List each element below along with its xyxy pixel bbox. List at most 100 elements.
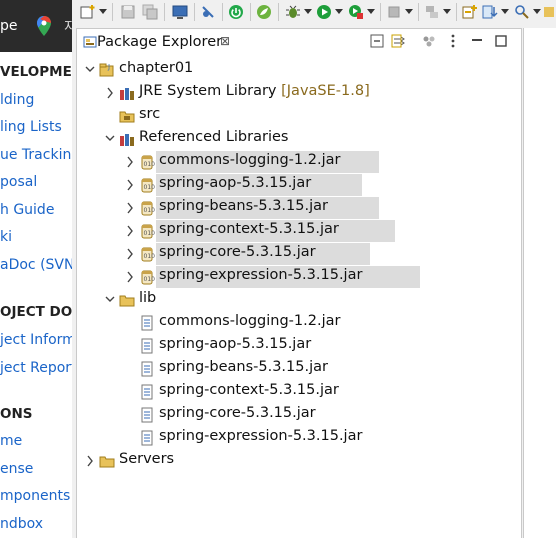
save-icon[interactable]: [120, 4, 136, 20]
tab-package-explorer[interactable]: Package Explorer ⊠: [77, 29, 237, 55]
chevron-right-icon[interactable]: [125, 225, 135, 237]
debug-icon[interactable]: [285, 4, 301, 20]
maximize-icon[interactable]: [493, 33, 509, 49]
jar-icon: 010: [139, 246, 155, 262]
tree-item-label: commons-logging-1.2.jar: [159, 152, 340, 168]
tree-item[interactable]: 010 spring-core-5.3.15.jar: [77, 243, 521, 265]
tree-item-text: Servers: [119, 451, 175, 467]
tree-item[interactable]: lib: [77, 289, 521, 311]
chevron-right-icon[interactable]: [125, 271, 135, 283]
collapse-all-icon[interactable]: [369, 33, 385, 49]
tree-item[interactable]: Servers: [77, 450, 521, 472]
toolbar-separator: [418, 3, 419, 21]
nav-link[interactable]: ndbox: [0, 516, 43, 532]
skip-breakpoints-icon[interactable]: [200, 4, 216, 20]
nav-link[interactable]: lding: [0, 92, 34, 108]
coverage-icon[interactable]: [348, 4, 364, 20]
tree-item[interactable]: spring-beans-5.3.15.jar: [77, 358, 521, 380]
jar-icon: 010: [139, 200, 155, 216]
tree-item[interactable]: spring-aop-5.3.15.jar: [77, 335, 521, 357]
tree-item-text: Referenced Libraries: [139, 129, 289, 145]
new-dropdown-icon[interactable]: [99, 9, 107, 14]
tree-item[interactable]: commons-logging-1.2.jar: [77, 312, 521, 334]
focus-on-active-task-icon[interactable]: [421, 33, 437, 49]
toolbar-separator: [112, 3, 113, 21]
navigate-icon[interactable]: [542, 4, 556, 20]
bookmark-text-2[interactable]: 지: [64, 16, 72, 35]
package-explorer-view: Package Explorer ⊠ Jchapter01 JRE System …: [76, 28, 522, 538]
tree-item[interactable]: src: [77, 105, 521, 127]
close-icon[interactable]: ⊠: [220, 34, 230, 48]
run-icon[interactable]: [316, 4, 332, 20]
folder-icon: [99, 453, 115, 469]
open-type-icon[interactable]: [482, 4, 498, 20]
external-tools-dropdown-icon[interactable]: [405, 9, 413, 14]
chevron-right-icon[interactable]: [125, 179, 135, 191]
chevron-right-icon[interactable]: [125, 248, 135, 260]
tree-item-text: spring-aop-5.3.15.jar: [159, 336, 312, 352]
chevron-right-icon[interactable]: [125, 156, 135, 168]
search-icon[interactable]: [514, 4, 530, 20]
jar-icon: 010: [139, 269, 155, 285]
tree-item[interactable]: 010 spring-beans-5.3.15.jar: [77, 197, 521, 219]
coverage-dropdown-icon[interactable]: [367, 9, 375, 14]
nav-link[interactable]: h Guide: [0, 202, 54, 218]
nav-link[interactable]: me: [0, 433, 22, 449]
view-menu-icon[interactable]: [445, 33, 461, 49]
nav-link[interactable]: ling Lists: [0, 119, 62, 135]
tree-item[interactable]: Jchapter01: [77, 59, 521, 81]
save-all-icon[interactable]: [142, 4, 158, 20]
view-header: Package Explorer ⊠: [77, 29, 521, 55]
bookmark-text[interactable]: pe: [0, 18, 18, 34]
library-icon: [119, 85, 135, 101]
file-icon: [139, 384, 155, 400]
external-tools-icon[interactable]: [386, 4, 402, 20]
tree-item[interactable]: spring-expression-5.3.15.jar: [77, 427, 521, 449]
run-dropdown-icon[interactable]: [335, 9, 343, 14]
link-with-editor-icon[interactable]: [391, 33, 407, 49]
terminal-icon[interactable]: [172, 4, 188, 20]
nav-link[interactable]: ense: [0, 461, 33, 477]
chevron-right-icon[interactable]: [125, 202, 135, 214]
new-java-class-icon[interactable]: [462, 4, 478, 20]
tree-item[interactable]: JRE System Library [JavaSE-1.8]: [77, 82, 521, 104]
tree-item[interactable]: Referenced Libraries: [77, 128, 521, 150]
tree-item[interactable]: 010 spring-context-5.3.15.jar: [77, 220, 521, 242]
source-folder-icon: [119, 108, 135, 124]
chevron-right-icon[interactable]: [85, 455, 95, 467]
nav-link[interactable]: aDoc (SVN: [0, 257, 72, 273]
tree-item[interactable]: 010 spring-expression-5.3.15.jar: [77, 266, 521, 288]
chevron-down-icon[interactable]: [105, 294, 115, 306]
tree-item-text: spring-core-5.3.15.jar: [159, 244, 316, 260]
tree-item-label: spring-aop-5.3.15.jar: [159, 175, 311, 191]
toolbar-separator: [278, 3, 279, 21]
tree-item[interactable]: 010 commons-logging-1.2.jar: [77, 151, 521, 173]
debug-dropdown-icon[interactable]: [304, 9, 312, 14]
nav-link[interactable]: ki: [0, 229, 12, 245]
nav-heading: ONS: [0, 406, 33, 422]
chevron-down-icon[interactable]: [85, 64, 95, 76]
open-type-dropdown-icon[interactable]: [501, 9, 509, 14]
tree-item-text: src: [139, 106, 161, 122]
search-dropdown-icon[interactable]: [533, 9, 541, 14]
nav-link[interactable]: posal: [0, 174, 37, 190]
nav-link[interactable]: ject Inform: [0, 332, 72, 348]
nav-link[interactable]: mponents: [0, 488, 70, 504]
jar-icon: 010: [139, 154, 155, 170]
tree-item[interactable]: 010 spring-aop-5.3.15.jar: [77, 174, 521, 196]
server-dropdown-icon[interactable]: [443, 9, 451, 14]
minimize-icon[interactable]: [469, 33, 485, 49]
server-icon[interactable]: [424, 4, 440, 20]
tree-item-label: spring-context-5.3.15.jar: [159, 221, 339, 237]
chevron-right-icon[interactable]: [105, 87, 115, 99]
nav-link[interactable]: ject Report: [0, 360, 72, 376]
spring-boot-icon[interactable]: [228, 4, 244, 20]
nav-link[interactable]: ue Tracking: [0, 147, 72, 163]
tree-item[interactable]: spring-context-5.3.15.jar: [77, 381, 521, 403]
new-wizard-icon[interactable]: [80, 4, 96, 20]
google-maps-icon[interactable]: [36, 16, 52, 36]
tree-item-text: spring-beans-5.3.15.jar: [159, 359, 328, 375]
tree-item[interactable]: spring-core-5.3.15.jar: [77, 404, 521, 426]
spring-leaf-icon[interactable]: [256, 4, 272, 20]
chevron-down-icon[interactable]: [105, 133, 115, 145]
